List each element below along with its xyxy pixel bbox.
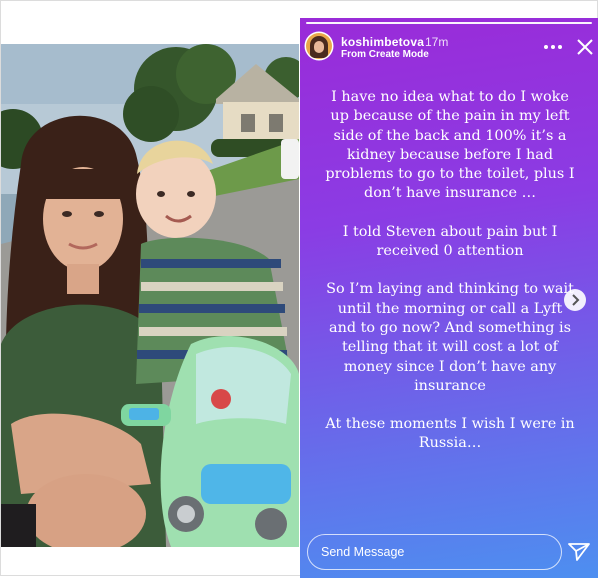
dot [551, 45, 555, 49]
story-paragraph: So I’m laying and thinking to wait until… [326, 281, 574, 394]
more-horizontal-icon[interactable] [543, 44, 563, 50]
send-message-placeholder: Send Message [321, 545, 405, 559]
photo-woman-child-toy-motorcycle [1, 44, 299, 547]
timestamp: 17m [425, 35, 449, 49]
story-text: I have no idea what to do I woke up beca… [322, 88, 578, 473]
dot [544, 45, 548, 49]
story-paragraph: I have no idea what to do I woke up beca… [325, 89, 575, 202]
send-message-input[interactable]: Send Message [307, 534, 562, 570]
chevron-right-icon [572, 294, 580, 306]
photo-illustration [1, 44, 299, 547]
dot [558, 45, 562, 49]
story-panel[interactable]: koshimbetova 17m From Create Mode I have… [300, 18, 598, 578]
next-story-button[interactable] [564, 289, 586, 311]
send-paper-plane-icon[interactable] [568, 542, 590, 562]
story-subtitle[interactable]: From Create Mode [341, 49, 429, 60]
username[interactable]: koshimbetova [341, 35, 424, 49]
story-paragraph: I told Steven about pain but I received … [342, 223, 558, 260]
close-icon[interactable] [576, 38, 594, 56]
story-progress-bar [306, 22, 592, 24]
story-paragraph: At these moments I wish I were in Russia… [325, 416, 575, 452]
avatar-face [314, 41, 324, 53]
avatar[interactable] [306, 33, 332, 59]
